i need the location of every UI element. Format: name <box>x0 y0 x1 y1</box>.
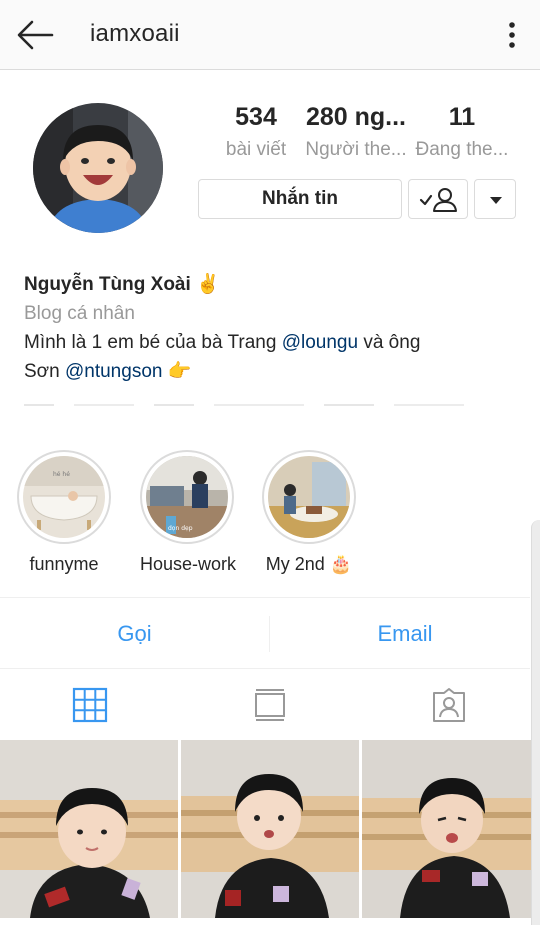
bio-full-name: Nguyễn Tùng Xoài ✌️ <box>24 274 220 295</box>
following-count: 11 <box>448 103 476 131</box>
svg-text:dọn dẹp: dọn dẹp <box>168 525 193 532</box>
profile-bio: Nguyễn Tùng Xoài ✌️ Blog cá nhân Mình là… <box>24 270 524 386</box>
highlight-funnyme[interactable]: hé hé funnyme <box>17 450 111 575</box>
contact-options-bar: Gọi Email <box>0 597 530 669</box>
bio-hidden-line <box>24 404 464 406</box>
bio-category: Blog cá nhân <box>24 303 135 324</box>
posts-label: bài viết <box>225 139 287 160</box>
vertical-dots-icon[interactable] <box>500 18 524 52</box>
profile-avatar[interactable] <box>33 103 163 233</box>
caret-down-icon <box>490 197 502 204</box>
bio-text-segment: Sơn <box>24 361 65 382</box>
posts-count: 534 <box>235 103 277 131</box>
feed-icon[interactable] <box>252 687 288 723</box>
bio-line-1: Mình là 1 em bé của bà Trang @loungu và … <box>24 328 524 357</box>
side-panel-edge <box>531 520 540 925</box>
grid-photo[interactable] <box>0 740 178 918</box>
highlight-label: funnyme <box>29 554 99 574</box>
bio-text-segment: và ông <box>358 332 421 353</box>
highlight-label: My 2nd 🎂 <box>265 554 353 574</box>
tagged-icon[interactable] <box>431 687 467 723</box>
profile-username: iamxoaii <box>90 20 180 47</box>
highlight-label: House-work <box>140 554 237 574</box>
mention-link[interactable]: @loungu <box>282 332 358 353</box>
message-button[interactable]: Nhắn tin <box>198 179 402 219</box>
highlight-ring <box>262 450 356 544</box>
top-app-bar: iamxoaii <box>0 0 540 70</box>
mention-link[interactable]: @ntungson <box>65 361 162 382</box>
call-button[interactable]: Gọi <box>0 598 269 670</box>
grid-photo[interactable] <box>362 740 540 918</box>
profile-tab-bar <box>0 670 540 740</box>
stat-following[interactable]: 11 Đang the... <box>410 103 514 161</box>
bio-line-2: Sơn @ntungson 👉 <box>24 357 524 386</box>
highlight-ring: hé hé <box>17 450 111 544</box>
svg-text:hé hé: hé hé <box>53 471 70 478</box>
suggested-dropdown-button[interactable] <box>474 179 516 219</box>
person-check-icon <box>419 188 457 212</box>
highlight-my-2nd[interactable]: My 2nd 🎂 <box>262 450 356 575</box>
grid-photo[interactable] <box>181 740 359 918</box>
grid-icon[interactable] <box>72 687 108 723</box>
highlight-cover: hé hé <box>23 456 105 538</box>
stat-followers[interactable]: 280 ng... Người the... <box>298 103 414 161</box>
highlight-cover: dọn dẹp <box>146 456 228 538</box>
followers-label: Người the... <box>305 139 407 160</box>
email-button[interactable]: Email <box>270 598 540 670</box>
highlight-ring: dọn dẹp <box>140 450 234 544</box>
following-button[interactable] <box>408 179 468 219</box>
followers-count: 280 ng... <box>305 103 407 131</box>
arrow-left-icon[interactable] <box>16 17 56 53</box>
highlight-house-work[interactable]: dọn dẹp House-work <box>140 450 237 575</box>
highlight-cover <box>268 456 350 538</box>
stat-posts: 534 bài viết <box>208 103 304 161</box>
bio-text-segment: Mình là 1 em bé của bà Trang <box>24 332 282 353</box>
following-label: Đang the... <box>415 139 509 160</box>
bio-text-segment: 👉 <box>162 361 192 382</box>
